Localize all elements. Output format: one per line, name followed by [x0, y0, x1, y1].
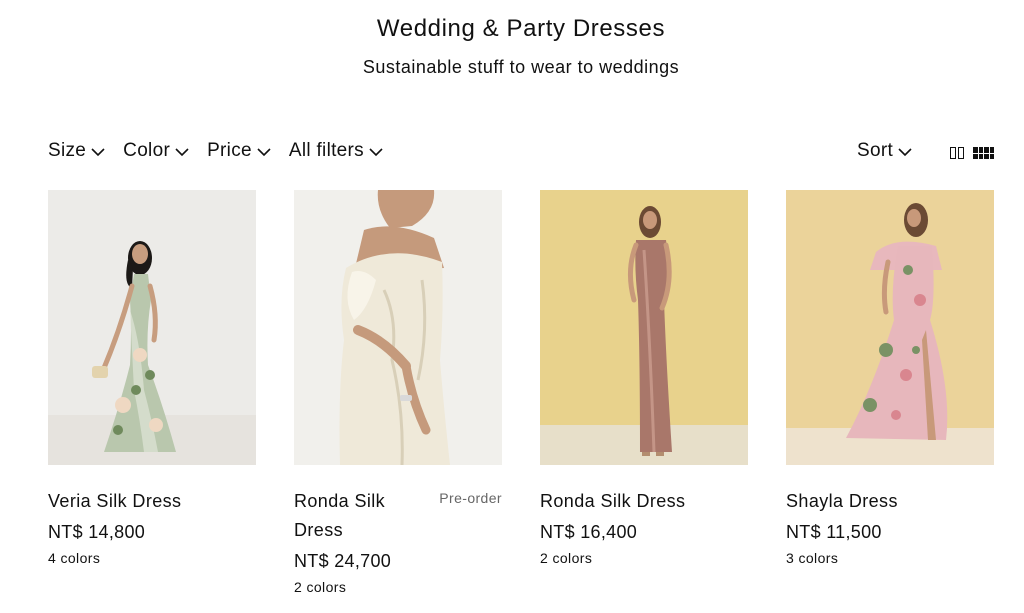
product-price: NT$ 24,700 — [294, 551, 392, 571]
product-colors: 2 colors — [540, 550, 593, 566]
product-image[interactable] — [540, 190, 748, 465]
product-name[interactable]: Ronda Silk Dress — [540, 487, 685, 516]
product-card[interactable]: Veria Silk Dress NT$ 14,800 4 colors — [48, 190, 256, 595]
product-card[interactable]: Ronda Silk Dress Pre-order NT$ 24,700 2 … — [294, 190, 502, 595]
size-filter-label: Size — [48, 140, 87, 161]
color-filter[interactable]: Color — [123, 140, 189, 162]
chevron-down-icon — [175, 145, 189, 158]
product-card[interactable]: Shayla Dress NT$ 11,500 3 colors — [786, 190, 994, 595]
grid-2-column-icon[interactable] — [950, 147, 964, 159]
product-price: NT$ 14,800 — [48, 522, 146, 542]
product-card[interactable]: Ronda Silk Dress NT$ 16,400 2 colors — [540, 190, 748, 595]
product-colors: 2 colors — [294, 579, 347, 595]
preorder-badge: Pre-order — [439, 490, 502, 506]
grid-4-column-icon[interactable] — [973, 147, 994, 159]
chevron-down-icon — [369, 145, 383, 158]
product-name-row: Ronda Silk Dress Pre-order — [294, 487, 502, 545]
page-subtitle: Sustainable stuff to wear to weddings — [362, 57, 680, 77]
price-filter-label: Price — [207, 140, 252, 161]
product-name-row: Ronda Silk Dress — [540, 487, 748, 516]
sort-dropdown[interactable]: Sort — [857, 140, 912, 162]
all-filters-button[interactable]: All filters — [288, 140, 383, 162]
product-image[interactable] — [294, 190, 502, 465]
product-name[interactable]: Ronda Silk Dress — [294, 487, 404, 545]
product-name-row: Veria Silk Dress — [48, 487, 256, 516]
product-name[interactable]: Shayla Dress — [786, 487, 898, 516]
chevron-down-icon — [898, 145, 912, 158]
product-price: NT$ 11,500 — [786, 522, 882, 542]
product-name-row: Shayla Dress — [786, 487, 994, 516]
chevron-down-icon — [91, 145, 105, 158]
chevron-down-icon — [257, 145, 271, 158]
price-filter[interactable]: Price — [207, 140, 271, 162]
filter-bar: Size Color Price All filters Sort — [48, 140, 994, 166]
product-price: NT$ 16,400 — [540, 522, 638, 542]
sort-label: Sort — [857, 140, 894, 161]
product-colors: 3 colors — [786, 550, 839, 566]
all-filters-label: All filters — [288, 140, 364, 161]
product-name[interactable]: Veria Silk Dress — [48, 487, 181, 516]
product-image[interactable] — [48, 190, 256, 465]
product-image[interactable] — [786, 190, 994, 465]
product-colors: 4 colors — [48, 550, 101, 566]
color-filter-label: Color — [123, 140, 171, 161]
filter-group: Size Color Price All filters — [48, 140, 994, 162]
page-title: Wedding & Party Dresses — [376, 15, 666, 42]
product-grid: Veria Silk Dress NT$ 14,800 4 colors Ron… — [48, 190, 994, 595]
size-filter[interactable]: Size — [48, 140, 105, 162]
